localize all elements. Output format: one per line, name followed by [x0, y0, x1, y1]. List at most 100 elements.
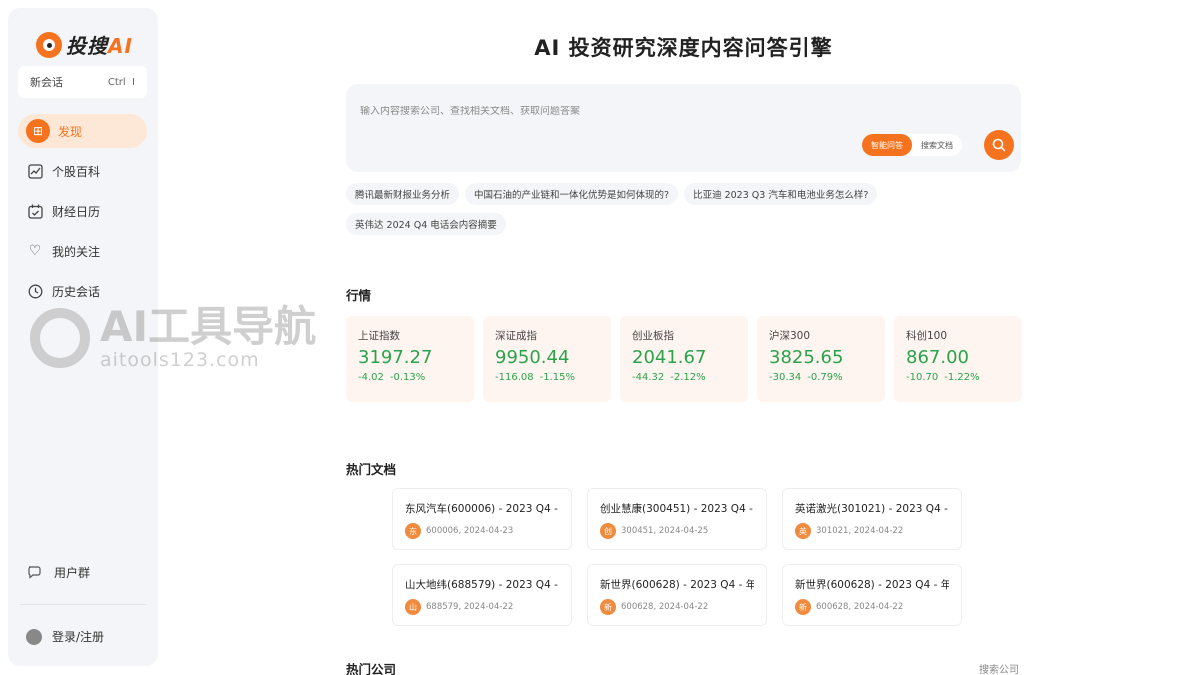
search-mode-toggle: 智能问答 搜索文档	[862, 134, 962, 156]
chart-icon	[26, 162, 44, 180]
calendar-icon	[26, 202, 44, 220]
doc-card[interactable]: 英诺激光(301021) - 2023 Q4 - 英 301021, 2024-0…	[782, 488, 962, 550]
market-card[interactable]: 沪深300 3825.65 -30.34 -0.79%	[757, 316, 885, 402]
market-card[interactable]: 创业板指 2041.67 -44.32 -2.12%	[620, 316, 748, 402]
market-pct: -1.15%	[539, 372, 575, 383]
market-name: 创业板指	[632, 330, 674, 342]
logo-ai: AI	[108, 34, 133, 58]
company-badge: 创	[600, 523, 616, 539]
market-section-title: 行情	[346, 288, 372, 303]
suggestion-chip[interactable]: 中国石油的产业链和一体化优势是如何体现的?	[465, 183, 679, 205]
doc-card[interactable]: 新世界(600628) - 2023 Q4 - 年 新 600628, 2024-…	[782, 564, 962, 626]
market-pct: -0.79%	[807, 372, 843, 383]
doc-title: 新世界(600628) - 2023 Q4 - 年	[600, 579, 754, 591]
search-box: 智能问答 搜索文档	[346, 84, 1021, 172]
shortcut-hint: Ctrl I	[107, 76, 135, 88]
market-name: 上证指数	[358, 330, 400, 342]
market-pct: -1.22%	[944, 372, 980, 383]
mode-search-docs-button[interactable]: 搜索文档	[912, 134, 962, 156]
market-value: 9950.44	[495, 347, 570, 368]
sidebar-item-discover[interactable]: ⊞ 发现	[18, 114, 147, 148]
market-change: -10.70	[906, 372, 939, 383]
sidebar-nav: ⊞ 发现 个股百科 财经日历 ♡ 我的关注 历史会话	[18, 114, 147, 314]
chat-bubble-icon	[26, 563, 44, 581]
market-value: 3197.27	[358, 347, 433, 368]
doc-meta: 600628, 2024-04-22	[816, 602, 904, 612]
doc-card[interactable]: 东风汽车(600006) - 2023 Q4 - 东 600006, 2024-0…	[392, 488, 572, 550]
market-cards: 上证指数 3197.27 -4.02 -0.13% 深证成指 9950.44 -1…	[346, 316, 1022, 402]
companies-section-title: 热门公司	[346, 662, 397, 675]
page-title: AI 投资研究深度内容问答引擎	[534, 36, 833, 60]
search-company-link[interactable]: 搜索公司	[979, 661, 1019, 675]
market-name: 深证成指	[495, 330, 537, 342]
market-change: -116.08	[495, 372, 534, 383]
market-value: 867.00	[906, 347, 969, 368]
doc-title: 东风汽车(600006) - 2023 Q4 -	[405, 503, 558, 515]
sidebar-item-label: 历史会话	[52, 284, 101, 299]
watermark-url: aitools123.com	[100, 349, 260, 371]
avatar-icon	[26, 628, 42, 645]
sidebar-divider	[20, 604, 146, 605]
clock-icon	[26, 282, 44, 300]
doc-meta: 600628, 2024-04-22	[621, 602, 709, 612]
market-card[interactable]: 深证成指 9950.44 -116.08 -1.15%	[483, 316, 611, 402]
market-card[interactable]: 科创100 867.00 -10.70 -1.22%	[894, 316, 1022, 402]
discover-icon: ⊞	[26, 119, 50, 143]
doc-meta: 301021, 2024-04-22	[816, 526, 904, 536]
doc-title: 英诺激光(301021) - 2023 Q4 -	[795, 503, 948, 515]
doc-title: 创业慧康(300451) - 2023 Q4 -	[600, 503, 753, 515]
doc-meta: 600006, 2024-04-23	[426, 526, 514, 536]
sidebar-item-label: 发现	[58, 124, 83, 139]
new-chat-label: 新会话	[30, 76, 63, 89]
doc-meta: 300451, 2024-04-25	[621, 526, 709, 536]
doc-card[interactable]: 山大地纬(688579) - 2023 Q4 - 山 688579, 2024-0…	[392, 564, 572, 626]
login-button[interactable]: 登录/注册	[26, 628, 104, 645]
company-badge: 山	[405, 599, 421, 615]
sidebar-item-label: 财经日历	[52, 204, 101, 219]
new-chat-button[interactable]: 新会话 Ctrl I	[18, 66, 147, 98]
suggestion-chips: 腾讯最新财报业务分析 中国石油的产业链和一体化优势是如何体现的? 比亚迪 202…	[346, 183, 1026, 243]
search-input[interactable]	[360, 106, 960, 117]
mode-smart-qa-button[interactable]: 智能问答	[862, 134, 912, 156]
company-badge: 东	[405, 523, 421, 539]
search-icon	[992, 138, 1006, 152]
market-change: -30.34	[769, 372, 802, 383]
market-change: -4.02	[358, 372, 384, 383]
market-pct: -2.12%	[670, 372, 706, 383]
user-group-link[interactable]: 用户群	[26, 563, 90, 581]
market-pct: -0.13%	[389, 372, 426, 383]
watermark-title: AI工具导航	[100, 302, 317, 351]
doc-meta: 688579, 2024-04-22	[426, 602, 514, 612]
doc-card[interactable]: 创业慧康(300451) - 2023 Q4 - 创 300451, 2024-0…	[587, 488, 767, 550]
docs-section-title: 热门文档	[346, 462, 397, 477]
sidebar-item-label: 个股百科	[52, 164, 101, 179]
heart-icon: ♡	[28, 243, 42, 259]
company-badge: 新	[600, 599, 616, 615]
suggestion-chip[interactable]: 比亚迪 2023 Q3 汽车和电池业务怎么样?	[684, 183, 878, 205]
logo-text: 投搜	[66, 34, 108, 58]
watermark-logo-icon	[30, 308, 90, 368]
market-change: -44.32	[632, 372, 665, 383]
user-group-label: 用户群	[54, 565, 91, 580]
sidebar-item-label: 我的关注	[52, 244, 101, 259]
doc-card[interactable]: 新世界(600628) - 2023 Q4 - 年 新 600628, 2024-…	[587, 564, 767, 626]
search-button[interactable]	[984, 130, 1014, 160]
market-name: 沪深300	[769, 330, 811, 342]
suggestion-chip[interactable]: 英伟达 2024 Q4 电话会内容摘要	[346, 213, 506, 235]
sidebar-item-calendar[interactable]: 财经日历	[18, 194, 147, 228]
suggestion-chip[interactable]: 腾讯最新财报业务分析	[346, 183, 460, 205]
company-badge: 新	[795, 599, 811, 615]
doc-title: 新世界(600628) - 2023 Q4 - 年	[795, 579, 949, 591]
app-logo[interactable]: 投搜AI	[36, 30, 133, 59]
doc-title: 山大地纬(688579) - 2023 Q4 -	[405, 579, 558, 591]
sidebar-item-favorites[interactable]: ♡ 我的关注	[18, 234, 147, 268]
hot-docs-grid: 东风汽车(600006) - 2023 Q4 - 东 600006, 2024-0…	[392, 488, 982, 640]
watermark: AI工具导航 aitools123.com	[30, 305, 316, 371]
logo-icon	[36, 31, 62, 58]
market-card[interactable]: 上证指数 3197.27 -4.02 -0.13%	[346, 316, 474, 402]
market-name: 科创100	[906, 330, 948, 342]
sidebar-item-stock-wiki[interactable]: 个股百科	[18, 154, 147, 188]
market-value: 3825.65	[769, 347, 844, 368]
company-badge: 英	[795, 523, 811, 539]
market-value: 2041.67	[632, 347, 707, 368]
